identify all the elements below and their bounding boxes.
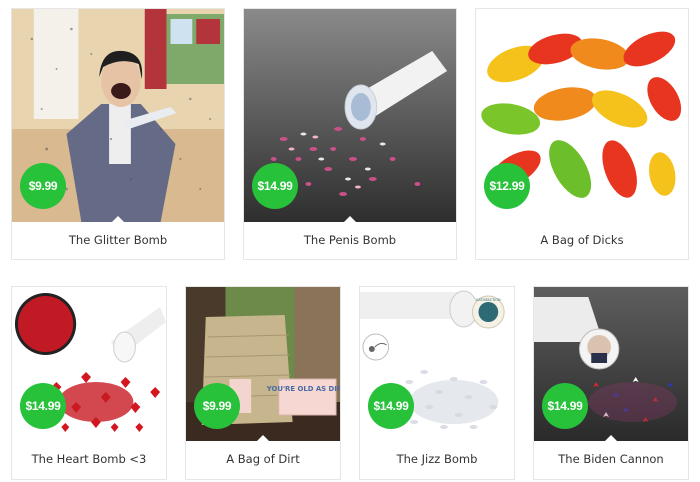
product-title[interactable]: The Glitter Bomb xyxy=(12,221,224,259)
product-title[interactable]: The Penis Bomb xyxy=(244,221,456,259)
price-badge: $9.99 xyxy=(194,383,240,429)
product-card[interactable]: $14.99 The Heart Bomb <3 xyxy=(11,286,167,480)
product-title[interactable]: A Bag of Dirt xyxy=(186,439,340,479)
price-badge: $12.99 xyxy=(484,163,530,209)
product-card[interactable]: $12.99 A Bag of Dicks xyxy=(475,8,689,260)
product-card[interactable]: YOU'RE OLD AS DIRT. $9.99 A Bag of Dirt xyxy=(185,286,341,480)
price-badge: $14.99 xyxy=(252,163,298,209)
product-title[interactable]: The Jizz Bomb xyxy=(360,439,514,479)
price-badge: $14.99 xyxy=(20,383,66,429)
product-card[interactable]: SATISFACTION $14.99 The Jizz Bomb xyxy=(359,286,515,480)
product-card[interactable]: $9.99 The Glitter Bomb xyxy=(11,8,225,260)
product-title[interactable]: The Biden Cannon xyxy=(534,439,688,479)
price-badge: $9.99 xyxy=(20,163,66,209)
product-card[interactable]: $14.99 The Biden Cannon xyxy=(533,286,689,480)
price-badge: $14.99 xyxy=(368,383,414,429)
product-title[interactable]: A Bag of Dicks xyxy=(476,221,688,259)
price-badge: $14.99 xyxy=(542,383,588,429)
sign-text: YOU'RE OLD AS DIRT. xyxy=(266,385,340,393)
product-title[interactable]: The Heart Bomb <3 xyxy=(12,439,166,479)
cap-text: SATISFACTION xyxy=(476,298,501,302)
product-card[interactable]: $14.99 The Penis Bomb xyxy=(243,8,457,260)
